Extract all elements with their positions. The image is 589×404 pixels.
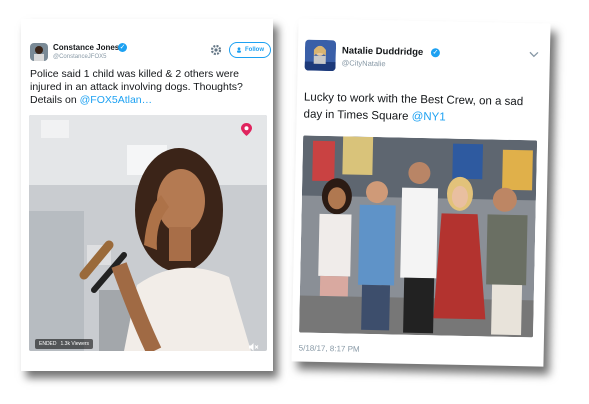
tweet-card-constance[interactable]: Constance Jones ✓ @ConstanceJFOX5 Follow… bbox=[21, 19, 273, 371]
author-handle[interactable]: @ConstanceJFOX5 bbox=[53, 54, 106, 60]
crew-photo bbox=[299, 135, 538, 338]
chevron-down-icon[interactable] bbox=[529, 51, 539, 58]
author-name[interactable]: Natalie Duddridge bbox=[342, 45, 424, 58]
author-name[interactable]: Constance Jones bbox=[53, 43, 119, 52]
author-handle[interactable]: @CityNatalie bbox=[342, 58, 386, 68]
video-status: ENDED bbox=[39, 341, 57, 347]
tweet-photo[interactable] bbox=[299, 135, 538, 338]
tweet-card-natalie[interactable]: Natalie Duddridge ✓ @CityNatalie Lucky t… bbox=[291, 18, 551, 367]
video-frame bbox=[29, 115, 267, 351]
tweet-text: Police said 1 child was killed & 2 other… bbox=[30, 68, 268, 107]
mention-link[interactable]: @FOX5Atlan… bbox=[80, 94, 153, 106]
follow-button[interactable]: Follow bbox=[229, 42, 271, 58]
mute-icon[interactable] bbox=[249, 343, 259, 351]
gear-icon[interactable] bbox=[209, 43, 223, 57]
verified-icon: ✓ bbox=[118, 43, 127, 52]
tweet-timestamp[interactable]: 5/18/17, 8:17 PM bbox=[299, 343, 360, 353]
follow-person-icon bbox=[237, 47, 241, 53]
follow-label: Follow bbox=[245, 47, 264, 53]
mention-link[interactable]: @NY1 bbox=[412, 110, 446, 123]
avatar[interactable] bbox=[30, 43, 48, 61]
periscope-icon bbox=[241, 123, 252, 136]
video-status-badge: ENDED 1.3k Viewers bbox=[35, 339, 94, 349]
avatar[interactable] bbox=[304, 39, 337, 72]
screenshot-stage: Constance Jones ✓ @ConstanceJFOX5 Follow… bbox=[0, 0, 589, 404]
viewer-count: 1.3k Viewers bbox=[60, 341, 90, 347]
verified-icon: ✓ bbox=[430, 48, 441, 58]
tweet-text: Lucky to work with the Best Crew, on a s… bbox=[303, 90, 544, 128]
video-player[interactable] bbox=[29, 115, 267, 351]
